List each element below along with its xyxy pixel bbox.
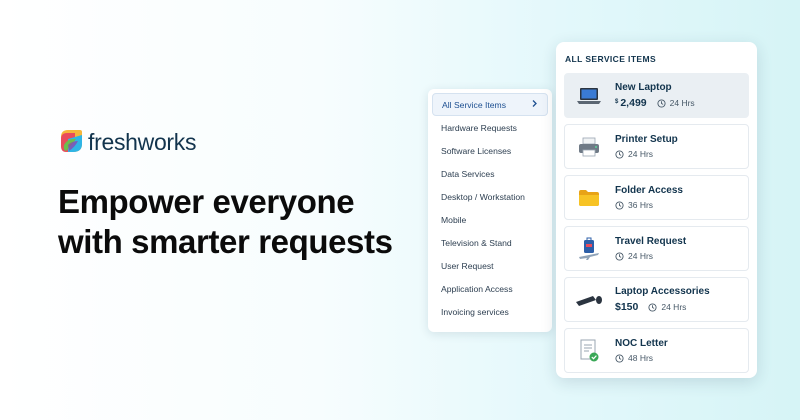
category-item-label: Software Licenses [441, 145, 512, 156]
service-item-folder-access[interactable]: Folder Access 36 Hrs [564, 175, 749, 220]
service-item-title: NOC Letter [615, 338, 668, 349]
service-item-price: $2,499 [615, 97, 647, 109]
service-item-title: New Laptop [615, 82, 672, 93]
service-item-title: Laptop Accessories [615, 286, 710, 297]
clock-icon [615, 200, 624, 210]
category-item-label: Hardware Requests [441, 122, 517, 133]
category-list-panel: All Service Items Hardware Requests Soft… [428, 89, 552, 332]
category-item-label: Mobile [441, 214, 467, 225]
service-items-panel: ALL SERVICE ITEMS New Laptop $2,499 24 H… [556, 42, 757, 378]
service-item-time: 36 Hrs [628, 200, 654, 210]
headline: Empower everyone with smarter requests [58, 182, 418, 262]
keyboard-mouse-icon [575, 286, 603, 314]
service-item-time: 24 Hrs [628, 251, 654, 261]
service-item-time: 24 Hrs [628, 149, 654, 159]
category-item-label: User Request [441, 260, 494, 271]
category-item-label: Data Services [441, 168, 495, 179]
brand-name: freshworks [88, 128, 197, 155]
clock-icon [657, 98, 666, 108]
folder-icon [575, 184, 603, 212]
service-item-noc-letter[interactable]: NOC Letter 48 Hrs [564, 328, 749, 373]
category-item-software-licenses[interactable]: Software Licenses [432, 139, 548, 162]
service-item-title: Travel Request [615, 236, 687, 247]
clock-icon [648, 302, 657, 312]
category-item-label: Television & Stand [441, 237, 512, 248]
headline-line-2: with smarter requests [58, 223, 393, 260]
service-item-time: 24 Hrs [661, 302, 687, 312]
service-items-header: ALL SERVICE ITEMS [565, 54, 657, 64]
category-item-user-request[interactable]: User Request [432, 254, 548, 277]
freshworks-logo: freshworks [58, 127, 197, 157]
service-item-time: 48 Hrs [628, 353, 654, 363]
headline-line-1: Empower everyone [58, 183, 355, 220]
service-item-new-laptop[interactable]: New Laptop $2,499 24 Hrs [564, 73, 749, 118]
service-item-printer-setup[interactable]: Printer Setup 24 Hrs [564, 124, 749, 169]
category-item-all-service-items[interactable]: All Service Items [432, 93, 548, 116]
service-item-title: Printer Setup [615, 134, 678, 145]
clock-icon [615, 251, 624, 261]
clock-icon [615, 149, 624, 159]
category-item-label: All Service Items [442, 99, 506, 110]
category-item-invoicing-services[interactable]: Invoicing services [432, 300, 548, 323]
certificate-icon [575, 337, 603, 365]
category-item-hardware-requests[interactable]: Hardware Requests [432, 116, 548, 139]
printer-icon [575, 133, 603, 161]
category-item-data-services[interactable]: Data Services [432, 162, 548, 185]
service-item-laptop-accessories[interactable]: Laptop Accessories $150 24 Hrs [564, 277, 749, 322]
category-item-television-stand[interactable]: Television & Stand [432, 231, 548, 254]
service-item-travel-request[interactable]: Travel Request 24 Hrs [564, 226, 749, 271]
category-item-application-access[interactable]: Application Access [432, 277, 548, 300]
service-item-price: $150 [615, 301, 639, 313]
category-item-label: Desktop / Workstation [441, 191, 525, 202]
laptop-icon [575, 82, 603, 110]
service-item-title: Folder Access [615, 185, 683, 196]
category-item-desktop-workstation[interactable]: Desktop / Workstation [432, 185, 548, 208]
category-item-label: Invoicing services [441, 306, 509, 317]
chevron-right-icon [531, 99, 538, 110]
travel-icon [575, 235, 603, 263]
service-item-time: 24 Hrs [669, 98, 695, 108]
category-item-mobile[interactable]: Mobile [432, 208, 548, 231]
freshworks-logo-icon [61, 130, 82, 152]
currency-symbol: $ [615, 99, 619, 105]
price-value: 2,499 [620, 97, 647, 109]
category-item-label: Application Access [441, 283, 513, 294]
clock-icon [615, 353, 624, 363]
